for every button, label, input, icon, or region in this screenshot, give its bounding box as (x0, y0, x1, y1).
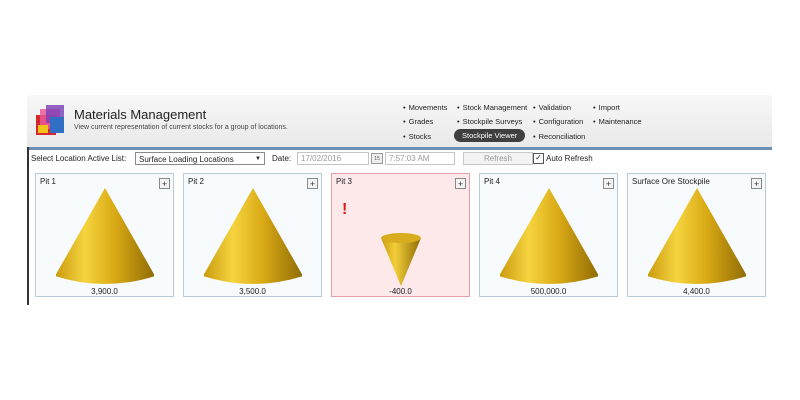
card-value: -400.0 (389, 287, 412, 296)
menu-maintenance[interactable]: • Maintenance (593, 117, 642, 126)
cone-icon (204, 188, 302, 284)
date-field[interactable]: 17/02/2016 (297, 152, 369, 165)
expand-button[interactable]: + (751, 178, 762, 189)
auto-refresh-label: Auto Refresh (546, 154, 593, 163)
menu-movements[interactable]: • Movements (403, 103, 447, 112)
warning-icon: ! (342, 201, 348, 218)
calendar-icon[interactable]: 15 (371, 153, 383, 164)
menu-stocks[interactable]: • Stocks (403, 132, 431, 141)
expand-button[interactable]: + (307, 178, 318, 189)
stockpile-card-surface-ore-stockpile: Surface Ore Stockpile + 4,400.0 (627, 173, 766, 297)
inverted-cone-icon (381, 233, 421, 286)
location-list-value: Surface Loading Locations (139, 155, 234, 164)
menu-reconciliation[interactable]: • Reconciliation (533, 132, 585, 141)
app-title: Materials Management (74, 107, 207, 122)
card-value: 3,900.0 (91, 287, 118, 296)
expand-button[interactable]: + (455, 178, 466, 189)
app-subtitle: View current representation of current s… (74, 124, 288, 131)
header: Materials Management View current repres… (27, 95, 772, 150)
card-title: Pit 1 (40, 177, 57, 186)
date-label: Date: (272, 154, 292, 163)
location-list-select[interactable]: Surface Loading Locations ▼ (135, 152, 265, 165)
cone-icon (500, 188, 598, 284)
location-list-label: Select Location Active List: (31, 154, 127, 163)
toolbar: Select Location Active List: Surface Loa… (27, 150, 772, 169)
expand-button[interactable]: + (603, 178, 614, 189)
card-value: 500,000.0 (530, 287, 567, 296)
menu-grades[interactable]: • Grades (403, 117, 433, 126)
expand-button[interactable]: + (159, 178, 170, 189)
time-field[interactable]: 7:57:03 AM (385, 152, 455, 165)
menu-configuration[interactable]: • Configuration (533, 117, 583, 126)
stockpile-card-pit-2: Pit 2 + 3,500.0 (183, 173, 322, 297)
menu-stockpile-surveys[interactable]: • Stockpile Surveys (457, 117, 522, 126)
cone-icon (648, 188, 746, 284)
app-logo-icon (36, 105, 64, 135)
card-value: 4,400.0 (683, 287, 710, 296)
chevron-down-icon: ▼ (255, 156, 261, 162)
stockpile-card-pit-1: Pit 1 + 3,900.0 (35, 173, 174, 297)
card-title: Pit 4 (484, 177, 501, 186)
auto-refresh-checkbox[interactable]: ✓ (533, 153, 544, 164)
menu-validation[interactable]: • Validation (533, 103, 571, 112)
menu-stock-management[interactable]: • Stock Management (457, 103, 527, 112)
card-value: 3,500.0 (239, 287, 266, 296)
card-title: Surface Ore Stockpile (632, 177, 710, 186)
stockpile-card-pit-3: Pit 3 + ! -400.0 (331, 173, 470, 297)
stockpile-grid: Pit 1 + 3,900.0 Pit 2 + 3,500.0 Pit 3 + … (27, 171, 772, 305)
refresh-button[interactable]: Refresh (463, 152, 533, 165)
cone-icon (56, 188, 154, 284)
stockpile-card-pit-4: Pit 4 + 500,000.0 (479, 173, 618, 297)
materials-management-app: Materials Management View current repres… (27, 95, 772, 305)
card-title: Pit 3 (336, 177, 353, 186)
menu-stockpile-viewer[interactable]: Stockpile Viewer (454, 129, 526, 142)
card-title: Pit 2 (188, 177, 205, 186)
menu-import[interactable]: • Import (593, 103, 620, 112)
